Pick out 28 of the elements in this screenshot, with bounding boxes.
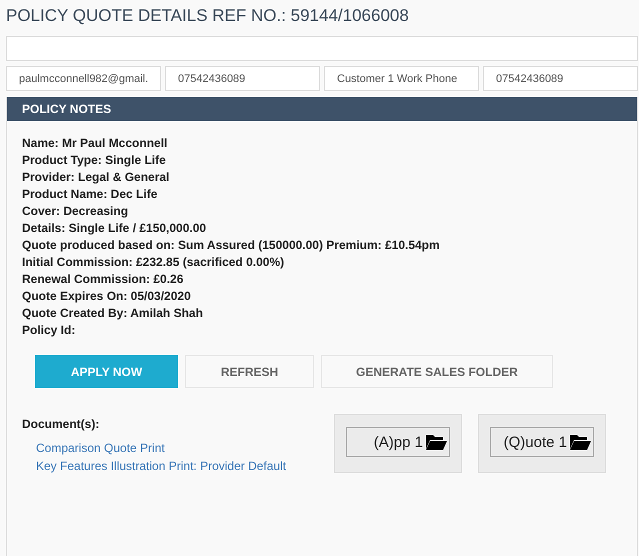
note-line: Provider: Legal & General [22, 169, 170, 186]
page-title: POLICY QUOTE DETAILS REF NO.: 59144/1066008 [6, 6, 410, 26]
note-line: Quote Expires On: 05/03/2020 [22, 288, 191, 305]
action-button[interactable]: GENERATE SALES FOLDER [321, 355, 553, 388]
note-line: Product Name: Dec Life [22, 186, 158, 203]
note-line: Quote Created By: Amilah Shah [22, 305, 203, 322]
note-line: Product Type: Single Life [22, 152, 166, 169]
input-field[interactable]: 07542436089 [483, 66, 638, 91]
note-line: Cover: Decreasing [22, 203, 128, 220]
folder-icon [569, 433, 591, 451]
document-button[interactable]: (Q)uote 1 [490, 427, 594, 457]
document-button[interactable]: (A)pp 1 [346, 427, 450, 457]
note-line: Initial Commission: £232.85 (sacrificed 0.00%) [22, 254, 284, 271]
documents-label: Document(s): [22, 417, 100, 431]
note-line: Quote produced based on: Sum Assured (150000.00) Premium: £10.54pm [22, 237, 440, 254]
input-field[interactable] [6, 36, 638, 61]
action-button[interactable]: REFRESH [185, 355, 314, 388]
input-field[interactable]: 07542436089 [165, 66, 320, 91]
document-link[interactable]: Comparison Quote Print [36, 441, 165, 455]
document-link[interactable]: Key Features Illustration Print: Provider Default [36, 459, 286, 473]
note-line: Policy Id: [22, 322, 76, 339]
panel-header: POLICY NOTES [7, 97, 637, 121]
input-field[interactable]: Customer 1 Work Phone [324, 66, 479, 91]
folder-icon [425, 433, 447, 451]
note-line: Name: Mr Paul Mcconnell [22, 135, 168, 152]
note-line: Renewal Commission: £0.26 [22, 271, 184, 288]
input-field[interactable]: paulmcconnell982@gmail. [6, 66, 161, 91]
note-line: Details: Single Life / £150,000.00 [22, 220, 206, 237]
